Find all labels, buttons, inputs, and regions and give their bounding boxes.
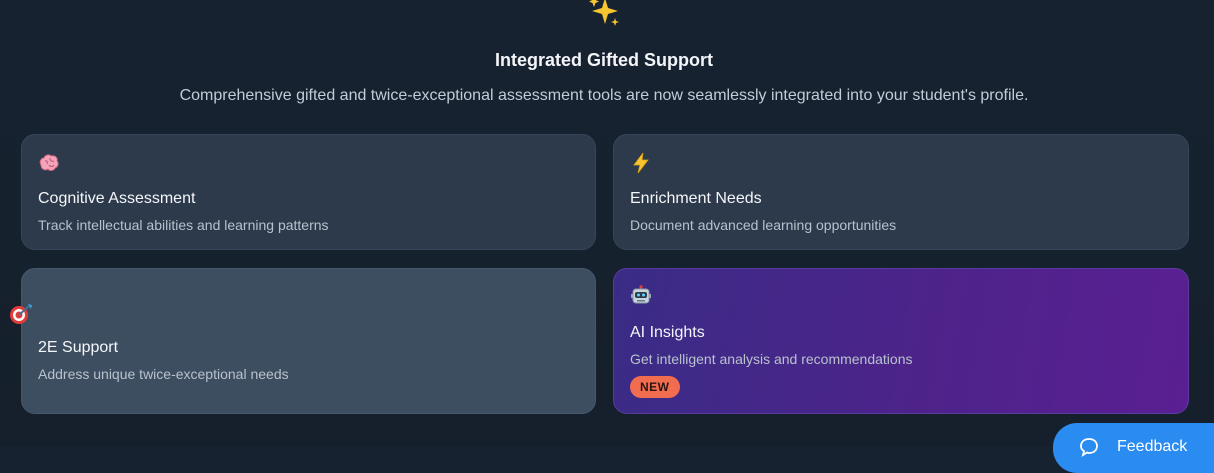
page-subtitle: Comprehensive gifted and twice-exception… xyxy=(179,87,1029,104)
robot-icon xyxy=(631,285,651,304)
chat-icon xyxy=(1080,438,1098,457)
feedback-button[interactable]: Feedback xyxy=(1053,423,1214,473)
sparkles-icon xyxy=(589,0,619,26)
feedback-label: Feedback xyxy=(1117,438,1188,455)
card-title: 2E Support xyxy=(38,339,119,356)
brain-icon xyxy=(39,154,59,171)
page-title: Integrated Gifted Support xyxy=(495,50,713,70)
card-title: AI Insights xyxy=(630,324,705,341)
card-enrichment-needs[interactable]: Enrichment Needs Document advanced learn… xyxy=(613,134,1189,250)
card-title: Enrichment Needs xyxy=(630,190,762,207)
card-description: Document advanced learning opportunities xyxy=(630,217,897,233)
card-cognitive-assessment[interactable]: Cognitive Assessment Track intellectual … xyxy=(21,134,596,250)
card-description: Track intellectual abilities and learnin… xyxy=(38,217,329,233)
card-2e-support[interactable]: 2E Support Address unique twice-exceptio… xyxy=(21,268,596,414)
card-description: Get intelligent analysis and recommendat… xyxy=(630,351,913,367)
lightning-icon xyxy=(633,152,649,174)
card-ai-insights[interactable]: AI Insights Get intelligent analysis and… xyxy=(613,268,1189,414)
card-title: Cognitive Assessment xyxy=(38,190,196,207)
new-badge: NEW xyxy=(630,376,680,398)
card-description: Address unique twice-exceptional needs xyxy=(38,366,289,382)
target-dart-icon xyxy=(10,304,32,324)
